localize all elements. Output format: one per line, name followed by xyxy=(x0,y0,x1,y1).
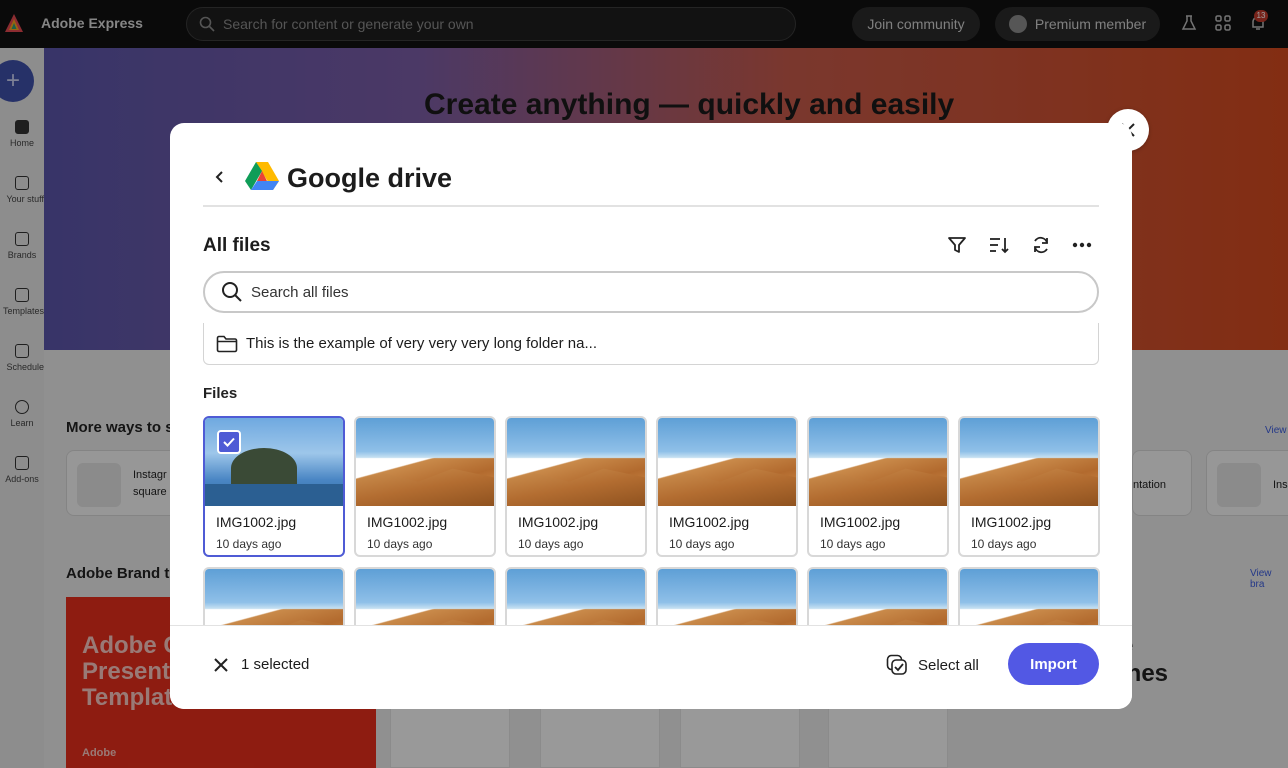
file-thumbnail xyxy=(356,418,494,506)
thumbnail-hill xyxy=(231,448,297,488)
thumbnail-dune xyxy=(809,468,947,506)
file-checkbox[interactable] xyxy=(217,430,241,454)
file-grid: IMG1002.jpg 10 days ago IMG1002.jpg 10 days… xyxy=(203,416,1103,626)
refresh-button[interactable] xyxy=(1029,233,1053,257)
filter-button[interactable] xyxy=(945,233,969,257)
file-thumbnail xyxy=(809,569,947,626)
file-thumbnail xyxy=(205,569,343,626)
file-name: IMG1002.jpg xyxy=(669,514,750,530)
file-date: 10 days ago xyxy=(820,537,886,551)
file-name: IMG1002.jpg xyxy=(518,514,599,530)
select-all-label: Select all xyxy=(918,656,979,674)
file-tile[interactable] xyxy=(354,567,496,626)
modal-title: Google drive xyxy=(287,163,453,193)
folder-name: This is the example of very very very lo… xyxy=(246,335,597,352)
file-name: IMG1002.jpg xyxy=(216,514,297,530)
file-tile[interactable]: IMG1002.jpg 10 days ago xyxy=(203,416,345,557)
selected-count: 1 selected xyxy=(241,656,310,673)
clear-selection-button[interactable] xyxy=(210,654,232,676)
thumbnail-dune xyxy=(658,468,796,506)
select-all-button[interactable]: Select all xyxy=(886,652,979,678)
file-tile[interactable] xyxy=(203,567,345,626)
chevron-left-icon xyxy=(215,171,223,183)
file-tile[interactable]: IMG1002.jpg 10 days ago xyxy=(656,416,798,557)
more-options-button[interactable] xyxy=(1070,233,1094,257)
import-button[interactable]: Import xyxy=(1008,643,1099,685)
modal-header: Google drive xyxy=(203,159,1099,207)
file-date: 10 days ago xyxy=(669,537,735,551)
back-button[interactable] xyxy=(209,165,231,189)
modal-footer: 1 selected Select all Import xyxy=(170,625,1132,709)
file-date: 10 days ago xyxy=(216,537,282,551)
file-thumbnail xyxy=(658,569,796,626)
checkmark-icon xyxy=(223,437,235,447)
file-name: IMG1002.jpg xyxy=(820,514,901,530)
file-thumbnail xyxy=(356,569,494,626)
select-all-icon xyxy=(886,654,907,675)
sort-button[interactable] xyxy=(987,233,1011,257)
file-date: 10 days ago xyxy=(367,537,433,551)
close-icon xyxy=(214,658,228,672)
file-thumbnail xyxy=(507,569,645,626)
search-icon xyxy=(222,282,242,302)
google-drive-logo-icon xyxy=(245,162,279,190)
file-tile[interactable]: IMG1002.jpg 10 days ago xyxy=(807,416,949,557)
file-thumbnail xyxy=(960,569,1098,626)
all-files-heading: All files xyxy=(203,235,271,256)
sort-icon xyxy=(990,238,1009,254)
thumbnail-water xyxy=(205,484,343,506)
file-name: IMG1002.jpg xyxy=(367,514,448,530)
thumbnail-dune xyxy=(356,468,494,506)
file-tile[interactable] xyxy=(958,567,1100,626)
folder-icon xyxy=(216,335,238,352)
more-icon xyxy=(1072,242,1092,248)
file-date: 10 days ago xyxy=(518,537,584,551)
file-thumbnail xyxy=(658,418,796,506)
file-name: IMG1002.jpg xyxy=(971,514,1052,530)
file-tile[interactable] xyxy=(807,567,949,626)
file-tile[interactable]: IMG1002.jpg 10 days ago xyxy=(958,416,1100,557)
file-search-field[interactable] xyxy=(203,271,1099,313)
refresh-icon xyxy=(1034,236,1048,254)
thumbnail-dune xyxy=(960,468,1098,506)
thumbnail-dune xyxy=(507,468,645,506)
file-tile[interactable]: IMG1002.jpg 10 days ago xyxy=(505,416,647,557)
filter-icon xyxy=(948,237,966,253)
file-tile[interactable]: IMG1002.jpg 10 days ago xyxy=(354,416,496,557)
file-date: 10 days ago xyxy=(971,537,1037,551)
files-heading: Files xyxy=(203,385,238,402)
google-drive-modal: Google drive All files This is the examp… xyxy=(170,123,1132,709)
file-search-input[interactable] xyxy=(251,283,1071,301)
file-tile[interactable] xyxy=(656,567,798,626)
file-thumbnail xyxy=(809,418,947,506)
file-tile[interactable] xyxy=(505,567,647,626)
folder-list-item[interactable]: This is the example of very very very lo… xyxy=(203,323,1099,365)
file-thumbnail xyxy=(507,418,645,506)
file-thumbnail xyxy=(960,418,1098,506)
